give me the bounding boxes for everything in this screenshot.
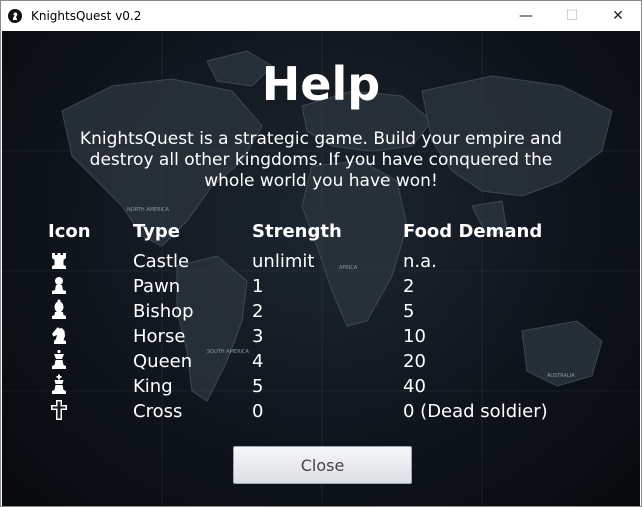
header-icon: Icon [48,221,91,242]
cross-icon [51,400,67,420]
row-strength: 4 [252,351,264,372]
row-type: Castle [133,251,190,272]
row-food: 5 [403,301,415,322]
minimize-button[interactable]: — [503,1,549,31]
row-food: 10 [403,326,426,347]
row-type: King [133,376,173,397]
title-bar[interactable]: KnightsQuest v0.2 — ☐ ✕ [1,1,641,31]
app-knight-icon [7,8,23,24]
row-strength: unlimit [252,251,315,272]
unit-table: Icon Type Strength Food Demand Castle un… [2,31,640,506]
window-title: KnightsQuest v0.2 [31,9,142,23]
app-window: KnightsQuest v0.2 — ☐ ✕ NORTH AMERICA SO… [0,0,642,507]
horse-icon [52,327,66,344]
row-type: Horse [133,326,186,347]
king-icon [52,374,66,394]
maximize-button[interactable]: ☐ [549,1,595,31]
row-type: Bishop [133,301,194,322]
window-controls: — ☐ ✕ [503,1,641,31]
row-food: 2 [403,276,415,297]
row-type: Queen [133,351,193,372]
row-strength: 5 [252,376,264,397]
row-food: n.a. [403,251,437,272]
row-food: 0 (Dead soldier) [403,401,548,422]
row-type: Pawn [133,276,181,297]
row-food: 20 [403,351,426,372]
row-strength: 0 [252,401,264,422]
row-strength: 3 [252,326,264,347]
bishop-icon [52,299,66,319]
help-panel: NORTH AMERICA SOUTH AMERICA AFRICA AUSTR… [2,31,640,506]
close-button[interactable]: Close [233,446,412,484]
row-type: Cross [133,401,183,422]
header-type: Type [133,221,180,242]
row-strength: 1 [252,276,264,297]
row-food: 40 [403,376,426,397]
row-strength: 2 [252,301,264,322]
pawn-icon [52,277,66,294]
castle-icon [52,253,66,269]
close-window-button[interactable]: ✕ [595,1,641,31]
header-strength: Strength [252,221,342,242]
queen-icon [52,349,66,369]
header-food-demand: Food Demand [403,221,543,242]
